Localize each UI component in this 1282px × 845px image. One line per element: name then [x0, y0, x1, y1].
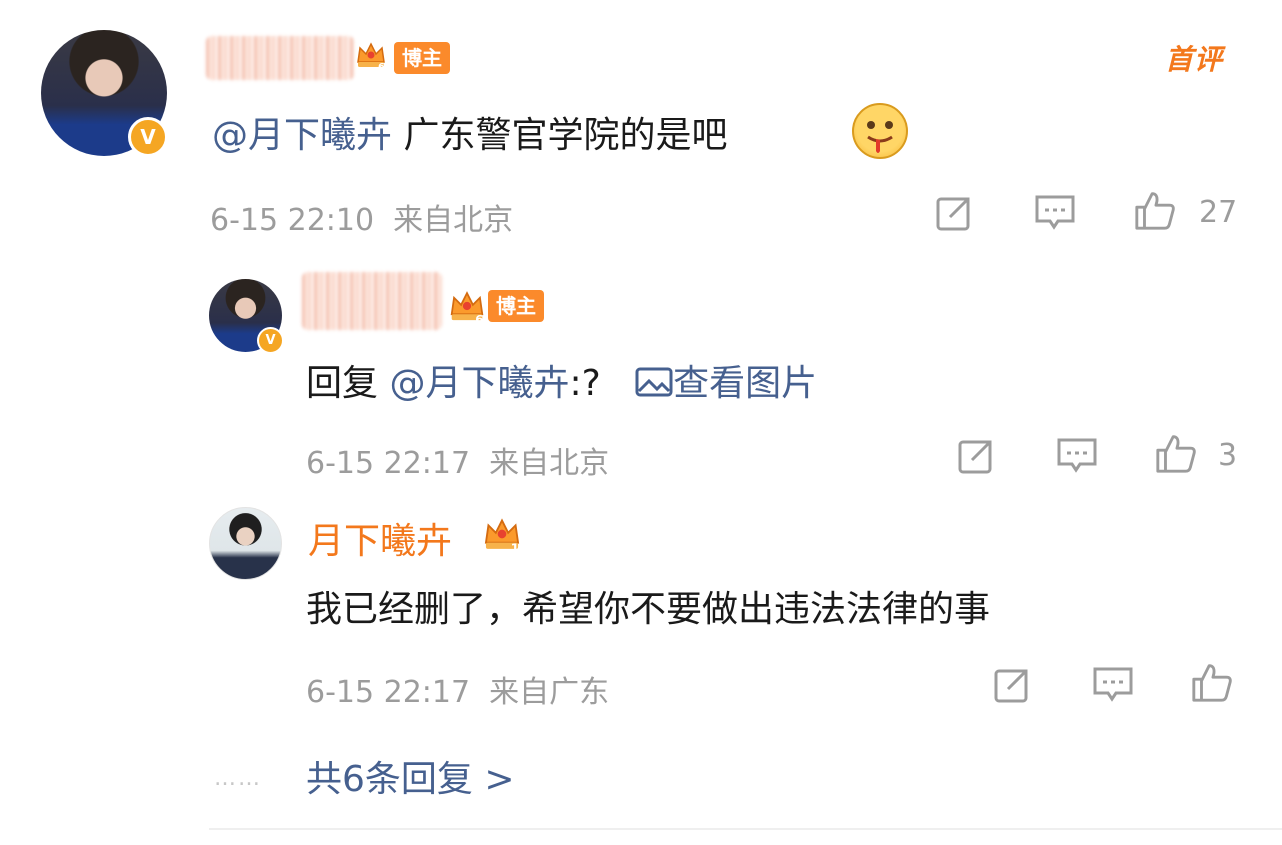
more-dots: ……	[214, 766, 262, 791]
comment-icon[interactable]	[1055, 434, 1099, 478]
svg-text:6: 6	[378, 62, 385, 72]
comment-time: 6-15 22:10	[210, 203, 375, 238]
sub-commenter-avatar[interactable]	[209, 507, 282, 580]
comment-time: 6-15 22:17	[306, 675, 471, 710]
crown-icon: 1	[484, 518, 520, 555]
comment-body: 广东警官学院的是吧	[392, 115, 728, 156]
reply-comment-meta: 6-15 22:17 来自北京	[306, 438, 609, 482]
first-comment-tag: 首评	[1165, 43, 1224, 76]
mention-link[interactable]: @月下曦卉	[389, 363, 569, 404]
sub-commenter-username[interactable]: 月下曦卉	[308, 512, 452, 564]
like-icon[interactable]	[1190, 660, 1234, 704]
blogger-tag: 博主	[394, 42, 450, 74]
share-icon[interactable]	[932, 191, 976, 235]
verified-icon: V	[128, 117, 168, 157]
comment-body: :?	[569, 363, 601, 404]
comment-icon[interactable]	[1033, 191, 1077, 235]
svg-text:6: 6	[475, 313, 483, 326]
mention-link[interactable]: @月下曦卉	[212, 115, 392, 156]
verified-icon: V	[257, 327, 284, 354]
comment-location: 来自北京	[489, 446, 610, 481]
image-icon	[635, 367, 673, 397]
sub-comment-text: 我已经删了，希望你不要做出违法法律的事	[306, 589, 991, 630]
sub-comment-meta: 6-15 22:17 来自广东	[306, 667, 609, 711]
blurred-username[interactable]	[302, 272, 442, 330]
main-comment-meta: 6-15 22:10 来自北京	[210, 195, 513, 239]
reply-comment-text: 回复 @月下曦卉:? 查看图片	[306, 354, 817, 406]
view-all-replies-link[interactable]: 共6条回复 >	[306, 750, 515, 802]
comment-icon[interactable]	[1091, 663, 1135, 707]
share-icon[interactable]	[954, 434, 998, 478]
drool-emoji-icon	[852, 103, 908, 159]
svg-text:1: 1	[511, 542, 520, 555]
comment-location: 来自北京	[393, 203, 514, 238]
like-count: 3	[1218, 438, 1238, 473]
like-count: 27	[1199, 195, 1238, 230]
view-image-link[interactable]: 查看图片	[635, 363, 817, 404]
like-icon[interactable]	[1154, 431, 1198, 475]
crown-icon: 6	[357, 42, 385, 72]
reply-prefix: 回复	[306, 363, 390, 404]
share-icon[interactable]	[990, 663, 1034, 707]
divider	[209, 828, 1282, 830]
comment-time: 6-15 22:17	[306, 446, 471, 481]
main-comment-text: @月下曦卉 广东警官学院的是吧	[212, 106, 727, 158]
comment-location: 来自广东	[489, 675, 610, 710]
crown-icon: 6	[450, 291, 483, 326]
like-icon[interactable]	[1133, 188, 1177, 232]
blurred-username[interactable]	[206, 36, 354, 80]
view-image-label: 查看图片	[673, 363, 818, 404]
blogger-tag: 博主	[488, 290, 544, 322]
